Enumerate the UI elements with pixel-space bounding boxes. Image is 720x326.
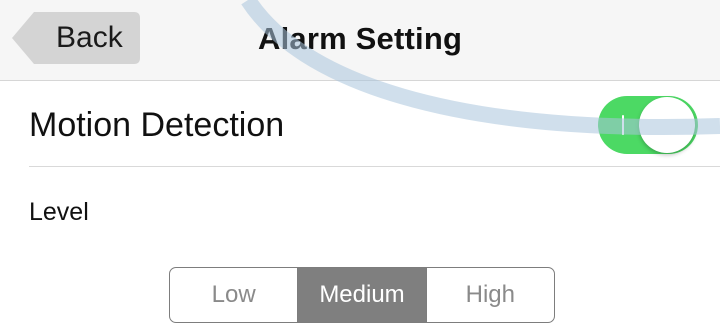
level-option-medium[interactable]: Medium: [297, 268, 426, 322]
motion-detection-label: Motion Detection: [29, 106, 285, 144]
motion-detection-toggle[interactable]: [598, 96, 698, 154]
level-option-low[interactable]: Low: [170, 268, 297, 322]
level-option-high[interactable]: High: [425, 268, 554, 322]
toggle-on-indicator: [622, 115, 624, 135]
level-segmented-control: Low Medium High: [169, 267, 555, 323]
toggle-knob: [639, 97, 695, 153]
back-button-label: Back: [56, 21, 123, 54]
back-button[interactable]: Back: [10, 10, 140, 66]
level-label: Level: [29, 198, 89, 226]
row-divider: [29, 166, 720, 167]
page-title: Alarm Setting: [258, 21, 463, 56]
